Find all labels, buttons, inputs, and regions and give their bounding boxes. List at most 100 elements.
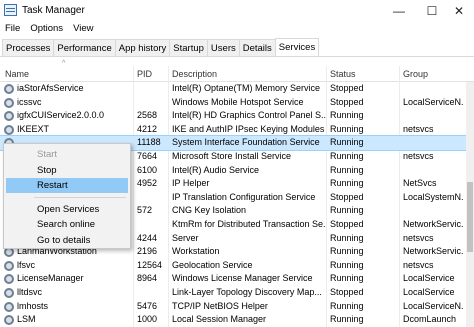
- gear-icon: [4, 274, 14, 285]
- service-group: LocalService: [403, 286, 455, 297]
- menu-bar: File Options View: [0, 22, 98, 38]
- service-pid: 8964: [137, 273, 158, 284]
- service-description: IKE and AuthIP IPsec Keying Modules: [172, 123, 325, 134]
- service-group: netsvcs: [403, 123, 434, 134]
- table-row[interactable]: lltdsvc Link-Layer Topology Discovery Map…: [0, 286, 466, 300]
- service-status: Running: [330, 110, 364, 121]
- context-menu-item-restart[interactable]: Restart: [6, 178, 128, 193]
- context-menu-item-stop[interactable]: Stop: [6, 163, 128, 178]
- service-group: LocalService: [403, 273, 455, 284]
- menu-separator: [34, 196, 126, 198]
- gear-icon: [4, 301, 14, 312]
- context-menu-item-search-online[interactable]: Search online: [6, 217, 128, 232]
- service-description: Server: [172, 232, 199, 243]
- service-description: IP Helper: [172, 178, 210, 189]
- service-pid: 2568: [137, 110, 158, 121]
- table-row[interactable]: lmhosts 5476 TCP/IP NetBIOS Helper Running L…: [0, 300, 466, 314]
- service-description: Intel(R) Optane(TM) Memory Service: [172, 83, 321, 93]
- column-header-description[interactable]: Description: [172, 69, 217, 79]
- service-group: NetworkServic...: [403, 246, 463, 257]
- service-status: Stopped: [330, 96, 364, 107]
- column-header-row: Name PID Description Status Group: [0, 66, 474, 82]
- service-pid: 5476: [137, 300, 158, 311]
- table-row[interactable]: LSM 1000 Local Session Manager Running DcomL…: [0, 313, 466, 327]
- tab-processes[interactable]: Processes: [2, 39, 55, 56]
- tab-services[interactable]: Services: [274, 38, 320, 56]
- window-title: Task Manager: [22, 5, 85, 16]
- service-pid: 12564: [137, 259, 163, 270]
- service-pid: 2196: [137, 246, 158, 257]
- gear-icon: [4, 111, 14, 122]
- service-description: Geolocation Service: [172, 259, 253, 270]
- context-menu: Start Stop Restart Open Services Search onli…: [3, 143, 131, 249]
- column-header-pid[interactable]: PID: [137, 69, 152, 79]
- tab-strip: Processes Performance App history Startu…: [2, 38, 320, 56]
- table-row[interactable]: LicenseManager 8964 Windows License Manage…: [0, 272, 466, 286]
- service-pid: 1000: [137, 314, 158, 325]
- table-row[interactable]: igfxCUIService2.0.0.0 2568 Intel(R) HD Gra…: [0, 109, 466, 123]
- service-description: Local Session Manager: [172, 314, 267, 325]
- service-name: LicenseManager: [17, 273, 84, 284]
- context-menu-item-open-services[interactable]: Open Services: [6, 202, 128, 217]
- tab-divider: [0, 56, 474, 57]
- service-status: Running: [330, 232, 364, 243]
- service-status: Running: [330, 137, 364, 148]
- service-description: Microsoft Store Install Service: [172, 150, 292, 161]
- table-row[interactable]: IKEEXT 4212 IKE and AuthIP IPsec Keying Mo…: [0, 123, 466, 137]
- table-row[interactable]: lfsvc 12564 Geolocation Service Running nets…: [0, 259, 466, 273]
- service-status: Running: [330, 273, 364, 284]
- service-status: Stopped: [330, 218, 364, 229]
- service-status: Running: [330, 164, 364, 175]
- tab-details[interactable]: Details: [238, 39, 276, 56]
- service-description: Windows Mobile Hotspot Service: [172, 96, 304, 107]
- service-name: icssvc: [17, 96, 42, 107]
- table-row[interactable]: icssvc Windows Mobile Hotspot Service Stop…: [0, 96, 466, 110]
- close-button[interactable]: ✕: [444, 0, 474, 22]
- title-bar: Task Manager — ☐ ✕: [0, 0, 474, 22]
- service-pid: 6100: [137, 164, 158, 175]
- service-description: Intel(R) Audio Service: [172, 164, 260, 175]
- maximize-button[interactable]: ☐: [417, 0, 447, 22]
- service-description: KtmRm for Distributed Transaction Se...: [172, 218, 326, 229]
- table-row[interactable]: iaStorAfsService Intel(R) Optane(TM) Memo…: [0, 82, 466, 96]
- service-description: Link-Layer Topology Discovery Map...: [172, 286, 322, 297]
- menu-options[interactable]: Options: [25, 22, 68, 38]
- service-status: Running: [330, 123, 364, 134]
- service-status: Stopped: [330, 83, 364, 93]
- gear-icon: [4, 124, 14, 135]
- service-status: Running: [330, 259, 364, 270]
- service-status: Running: [330, 150, 364, 161]
- service-group: DcomLaunch: [403, 314, 457, 325]
- gear-icon: [4, 260, 14, 271]
- service-status: Running: [330, 205, 364, 216]
- service-name: lltdsvc: [17, 286, 43, 297]
- minimize-button[interactable]: —: [384, 0, 414, 22]
- tab-app-history[interactable]: App history: [114, 39, 171, 56]
- gear-icon: [4, 97, 14, 108]
- scrollbar-thumb[interactable]: [467, 182, 473, 252]
- vertical-scrollbar[interactable]: [466, 82, 474, 327]
- tab-performance[interactable]: Performance: [53, 39, 116, 56]
- service-pid: 7664: [137, 150, 158, 161]
- service-name: iaStorAfsService: [17, 83, 84, 93]
- service-description: IP Translation Configuration Service: [172, 191, 316, 202]
- service-name: igfxCUIService2.0.0.0: [17, 110, 105, 121]
- service-group: LocalSystemN...: [403, 191, 463, 202]
- context-menu-item-go-to-details[interactable]: Go to details: [6, 233, 128, 248]
- menu-view[interactable]: View: [68, 22, 98, 38]
- service-description: Workstation: [172, 246, 220, 257]
- gear-icon: [4, 84, 14, 94]
- tab-users[interactable]: Users: [206, 39, 240, 56]
- tab-startup[interactable]: Startup: [169, 39, 208, 56]
- column-header-status[interactable]: Status: [330, 69, 356, 79]
- column-header-name[interactable]: Name: [5, 69, 29, 79]
- service-status: Stopped: [330, 191, 364, 202]
- service-group: NetworkServic...: [403, 218, 463, 229]
- service-group: netsvcs: [403, 150, 434, 161]
- task-manager-icon: [4, 4, 17, 16]
- service-status: Running: [330, 314, 364, 325]
- service-description: CNG Key Isolation: [172, 205, 247, 216]
- menu-file[interactable]: File: [0, 22, 25, 38]
- service-name: lmhosts: [17, 300, 49, 311]
- column-header-group[interactable]: Group: [403, 69, 428, 79]
